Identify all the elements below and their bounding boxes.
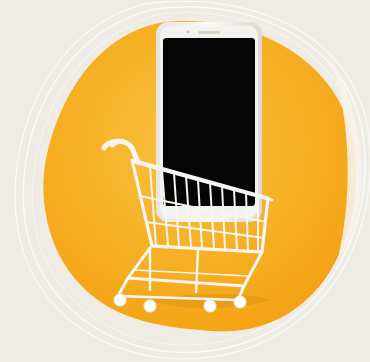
- cart-phone-illustration: [14, 0, 370, 360]
- hero-image-card: [0, 0, 370, 362]
